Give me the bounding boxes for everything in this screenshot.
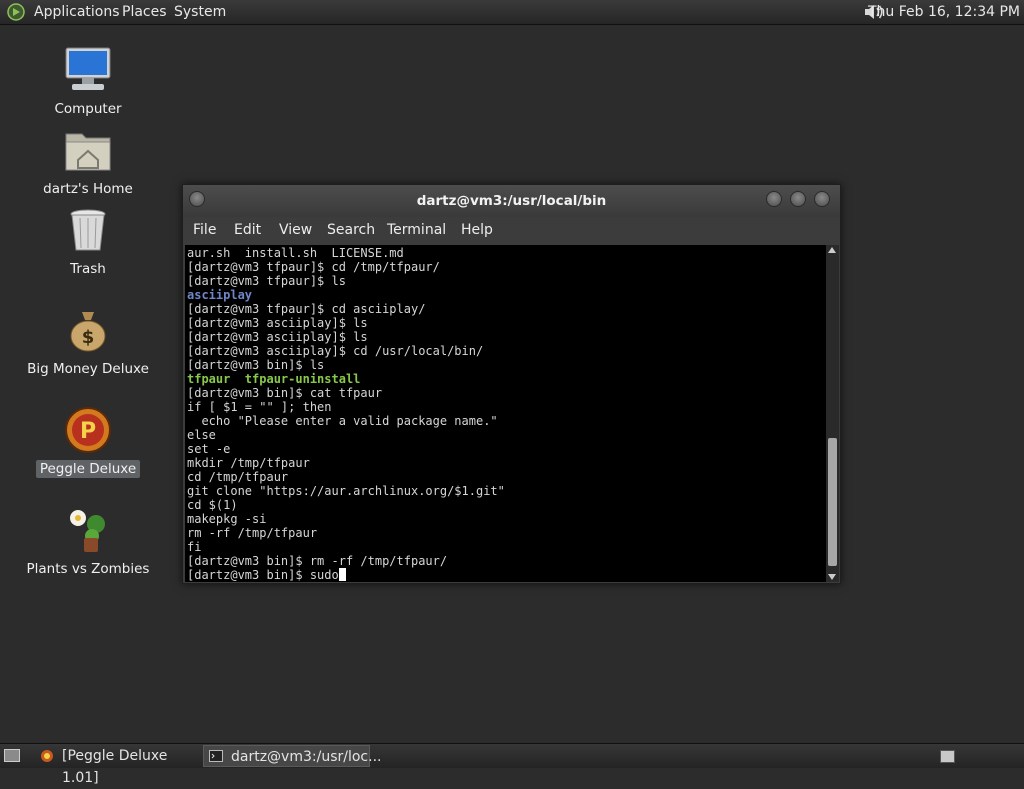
- terminal-output[interactable]: aur.sh install.sh LICENSE.md [dartz@vm3 …: [185, 245, 826, 582]
- menu-terminal[interactable]: Terminal: [387, 222, 446, 238]
- peggle-icon: [41, 750, 53, 762]
- desktop-icon-big-money[interactable]: $ Big Money Deluxe: [13, 304, 163, 378]
- menu-search[interactable]: Search: [327, 222, 375, 238]
- top-panel: Applications Places System Thu Feb 16, 1…: [0, 0, 1024, 25]
- money-bag-icon: $: [70, 312, 106, 352]
- terminal-line: cd /tmp/tfpaur: [187, 470, 289, 484]
- desktop-icon-label: Peggle Deluxe: [35, 460, 141, 478]
- task-peggle[interactable]: [Peggle Deluxe 1.01]: [34, 745, 200, 786]
- scroll-down-arrow-icon[interactable]: [828, 574, 836, 580]
- terminal-line: [dartz@vm3 bin]$ cat tfpaur: [187, 386, 383, 400]
- menu-file[interactable]: File: [193, 222, 216, 238]
- terminal-line: else: [187, 428, 216, 442]
- terminal-line: echo "Please enter a valid package name.…: [187, 414, 498, 428]
- desktop-icon-home[interactable]: dartz's Home: [13, 124, 163, 198]
- terminal-line: [dartz@vm3 asciiplay]$ ls: [187, 330, 368, 344]
- desktop-icon-label: Computer: [54, 101, 122, 117]
- terminal-line: cd $(1): [187, 498, 238, 512]
- desktop-icon-label: Big Money Deluxe: [27, 361, 149, 377]
- terminal-line: [dartz@vm3 asciiplay]$ cd /usr/local/bin…: [187, 344, 484, 358]
- terminal-line: [dartz@vm3 asciiplay]$ ls: [187, 316, 368, 330]
- terminal-line: git clone "https://aur.archlinux.org/$1.…: [187, 484, 505, 498]
- scrollbar-thumb[interactable]: [828, 438, 837, 566]
- task-terminal[interactable]: dartz@vm3:/usr/loc...: [203, 745, 381, 767]
- window-titlebar[interactable]: dartz@vm3:/usr/local/bin: [183, 185, 840, 217]
- computer-icon: [65, 47, 111, 90]
- desktop-icon-label: Trash: [70, 261, 106, 277]
- desktop-icon-plants-vs-zombies[interactable]: Plants vs Zombies: [13, 504, 163, 578]
- terminal-line: [dartz@vm3 tfpaur]$ cd /tmp/tfpaur/: [187, 260, 440, 274]
- show-desktop-icon[interactable]: [4, 749, 20, 762]
- terminal-line: [dartz@vm3 bin]$ ls: [187, 358, 325, 372]
- desktop-icon-label: Plants vs Zombies: [26, 561, 150, 577]
- bottom-panel: [Peggle Deluxe 1.01] dartz@vm3:/usr/loc.…: [0, 743, 1024, 786]
- terminal-line: rm -rf /tmp/tfpaur: [187, 526, 318, 540]
- gnome-foot-icon[interactable]: [7, 3, 25, 21]
- terminal-line: [dartz@vm3 bin]$ rm -rf /tmp/tfpaur/: [187, 554, 448, 568]
- peggle-icon: P: [65, 407, 111, 453]
- terminal-line: makepkg -si: [187, 512, 267, 526]
- minimize-button[interactable]: [766, 191, 782, 207]
- desktop-icon-peggle[interactable]: P Peggle Deluxe: [13, 404, 163, 478]
- task-label: dartz@vm3:/usr/loc...: [231, 749, 382, 765]
- flower-icon: [70, 510, 105, 552]
- desktop-icon-trash[interactable]: Trash: [13, 204, 163, 278]
- menu-edit[interactable]: Edit: [234, 222, 261, 238]
- terminal-scrollbar[interactable]: [826, 245, 839, 582]
- workspace-switcher[interactable]: [940, 750, 955, 763]
- svg-text:$: $: [82, 327, 95, 348]
- menu-view[interactable]: View: [279, 222, 312, 238]
- terminal-line: aur.sh install.sh LICENSE.md: [187, 246, 404, 260]
- clock[interactable]: Thu Feb 16, 12:34 PM: [868, 4, 1020, 20]
- scroll-up-arrow-icon[interactable]: [828, 247, 836, 253]
- terminal-icon: [209, 750, 223, 762]
- trash-icon: [70, 209, 106, 251]
- terminal-line: mkdir /tmp/tfpaur: [187, 456, 310, 470]
- terminal-line: if [ $1 = "" ]; then: [187, 400, 332, 414]
- svg-text:P: P: [80, 419, 96, 444]
- places-menu[interactable]: Places: [122, 4, 167, 20]
- task-label: [Peggle Deluxe 1.01]: [62, 748, 168, 786]
- window-menu-button[interactable]: [189, 191, 205, 207]
- terminal-input[interactable]: [dartz@vm3 bin]$ sudo: [187, 568, 339, 582]
- desktop-icon-computer[interactable]: Computer: [13, 44, 163, 118]
- terminal-menubar: File Edit View Search Terminal Help: [183, 219, 840, 243]
- close-button[interactable]: [814, 191, 830, 207]
- terminal-line: tfpaur tfpaur-uninstall: [187, 372, 361, 386]
- applications-menu[interactable]: Applications: [34, 4, 120, 20]
- system-menu[interactable]: System: [174, 4, 226, 20]
- terminal-line: [dartz@vm3 tfpaur]$ ls: [187, 274, 346, 288]
- window-title: dartz@vm3:/usr/local/bin: [416, 193, 607, 209]
- terminal-line: asciiplay: [187, 288, 253, 302]
- terminal-window[interactable]: dartz@vm3:/usr/local/bin File Edit View …: [182, 184, 841, 584]
- home-folder-icon: [65, 133, 111, 171]
- text-cursor: [338, 568, 346, 581]
- menu-help[interactable]: Help: [461, 222, 493, 238]
- maximize-button[interactable]: [790, 191, 806, 207]
- desktop-icon-label: dartz's Home: [43, 181, 133, 197]
- terminal-prompt-line[interactable]: [dartz@vm3 bin]$ sudo: [187, 568, 505, 582]
- terminal-line: set -e: [187, 442, 231, 456]
- terminal-line: [dartz@vm3 tfpaur]$ cd asciiplay/: [187, 302, 426, 316]
- terminal-line: fi: [187, 540, 202, 554]
